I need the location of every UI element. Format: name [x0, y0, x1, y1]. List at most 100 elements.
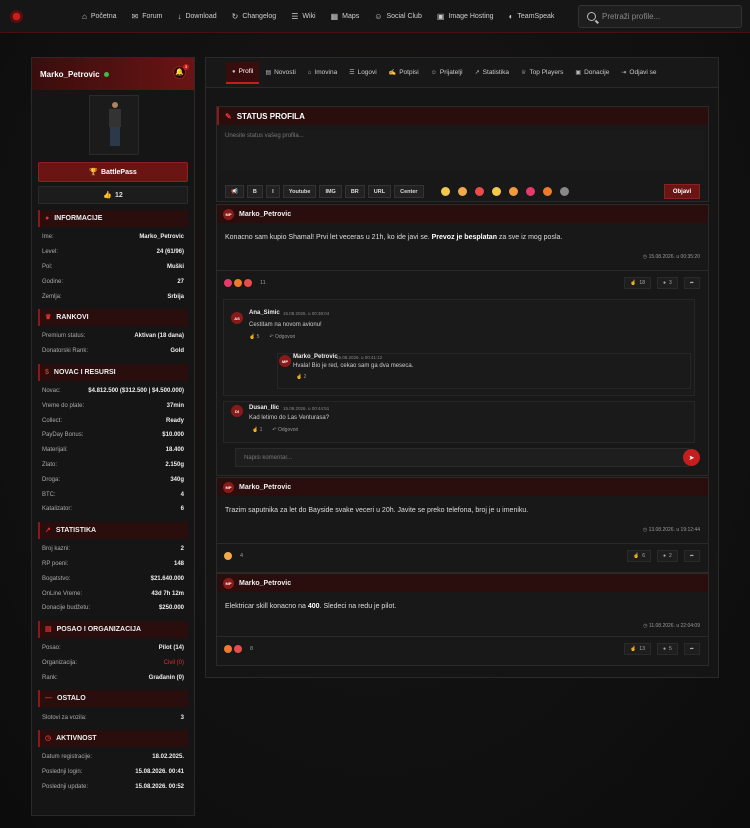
nav-link-label: Početna — [90, 13, 117, 20]
post-reactions[interactable]: 4 — [224, 551, 243, 560]
tab-label: Odjavi se — [629, 69, 657, 76]
section-posao-i-organizacija: ▤ POSAO I ORGANIZACIJA Posao: Pilot (14) Org… — [38, 620, 188, 685]
tab-donacije[interactable]: ▣ Donacije — [569, 62, 615, 84]
post-author[interactable]: Marko_Petrovic — [239, 211, 291, 218]
format-button-i[interactable]: I — [265, 185, 280, 198]
nav-link-social-club[interactable]: ☺ Social Club — [374, 12, 422, 21]
nav-link-teamspeak[interactable]: ◐ TeamSpeak — [509, 12, 555, 21]
post-share-button[interactable]: ➦ — [683, 277, 700, 289]
avatar[interactable]: MP — [223, 577, 234, 589]
tab-top-players[interactable]: ♕ Top Players — [515, 62, 569, 84]
heart-emoji-icon[interactable] — [525, 187, 535, 196]
share-icon: ➦ — [689, 280, 694, 286]
reply-button[interactable]: ↶ Odgovori — [272, 427, 298, 433]
tab-statistika[interactable]: ↗ Statistika — [469, 62, 515, 84]
share-icon: ➦ — [689, 646, 694, 652]
format-button-center[interactable]: Center — [394, 185, 424, 198]
avatar[interactable]: MP — [223, 481, 234, 493]
post-reactions[interactable]: 8 — [224, 644, 253, 653]
tab-profil[interactable]: ● Profil — [226, 61, 260, 84]
post-like-button[interactable]: ☝ 6 — [626, 550, 651, 562]
nav-link-changelog[interactable]: ↻ Changelog — [232, 12, 277, 21]
stat-row: RP poeni: 148 — [38, 557, 188, 572]
post-comment-button[interactable]: ● 5 — [656, 643, 678, 655]
format-button-url[interactable]: URL — [367, 185, 392, 198]
battlepass-button[interactable]: 🏆 BattlePass — [38, 162, 188, 182]
megaphone-icon[interactable]: 📢 — [225, 185, 244, 198]
tab-novosti[interactable]: ▤ Novosti — [259, 62, 301, 84]
comment-author[interactable]: Marko_Petrovic — [293, 354, 338, 360]
stat-row: PayDay Bonus: $10.000 — [38, 428, 188, 443]
send-icon: ➤ — [688, 454, 695, 462]
comment-author[interactable]: Dusan_Ilic — [249, 405, 279, 411]
post-comment-button[interactable]: ● 2 — [656, 550, 678, 562]
cool-emoji-icon[interactable] — [491, 187, 501, 196]
comment-date: 15.08.2026. u 00:41:12 — [336, 355, 383, 360]
format-button-b[interactable]: B — [246, 185, 263, 198]
nav-link-wiki[interactable]: ☰ Wiki — [291, 12, 315, 21]
comment-author[interactable]: Ana_Simic — [249, 310, 280, 316]
tab-prijatelji[interactable]: ☺ Prijatelji — [425, 62, 469, 84]
notifications-button[interactable]: 🔔 3 — [173, 64, 189, 79]
stat-label: Donatorski Rank: — [42, 348, 89, 355]
comment-count: 2 — [669, 553, 672, 559]
post-text: Trazim saputnika za let do Bayside svake… — [217, 496, 708, 516]
thumbs-emoji-icon[interactable] — [508, 187, 518, 196]
publish-button[interactable]: Objavi — [664, 184, 700, 199]
stat-label: BTC: — [42, 491, 56, 498]
status-input[interactable] — [221, 129, 704, 171]
send-comment-button[interactable]: ➤ — [683, 449, 700, 466]
more-emoji-icon[interactable] — [559, 187, 569, 196]
nav-link-label: Changelog — [242, 13, 277, 20]
post-like-button[interactable]: ☝ 13 — [624, 643, 651, 655]
heart-reaction-icon — [224, 278, 232, 287]
nav-link-image-hosting[interactable]: ▣ Image Hosting — [437, 12, 494, 21]
search-input[interactable] — [602, 12, 732, 21]
heart-eyes-emoji-icon[interactable] — [474, 187, 484, 196]
search-box[interactable] — [578, 5, 742, 28]
post-reactions[interactable]: 11 — [224, 278, 266, 287]
tab-odjavi-se[interactable]: ⇥ Odjavi se — [615, 62, 662, 84]
comment-avatar[interactable]: MP — [279, 355, 291, 367]
comment-like-button[interactable]: ☝ 2 — [296, 374, 306, 380]
nav-link-po-etna[interactable]: ⌂ Početna — [82, 12, 117, 21]
post-header: MP Marko_Petrovic — [217, 205, 708, 223]
stat-row: Poslednji login: 15.08.2026. 00:41 — [38, 765, 188, 780]
stat-row: Collect: Ready — [38, 413, 188, 428]
new-comment-input[interactable] — [235, 448, 689, 467]
reply-button[interactable]: ↶ Odgovori — [269, 334, 295, 340]
logo-icon[interactable] — [9, 9, 24, 24]
post-share-button[interactable]: ➦ — [683, 643, 700, 655]
stat-label: Katalizator: — [42, 506, 73, 513]
tab-imovina[interactable]: ⌂ Imovina — [302, 62, 343, 84]
comment-actions: ☝ 2 — [296, 374, 306, 380]
nav-link-maps[interactable]: ▦ Maps — [331, 12, 360, 21]
comment-like-button[interactable]: ☝ 1 — [252, 427, 262, 433]
grin-emoji-icon[interactable] — [440, 187, 450, 196]
comment-avatar[interactable]: DI — [231, 405, 243, 417]
laugh-emoji-icon[interactable] — [457, 187, 467, 196]
profile-header: Marko_Petrovic 🔔 3 — [32, 58, 194, 90]
home-icon: ⌂ — [82, 12, 87, 21]
comment-avatar[interactable]: AS — [231, 312, 243, 324]
stat-label: Droga: — [42, 476, 61, 483]
fire-emoji-icon[interactable] — [542, 187, 552, 196]
format-button-img[interactable]: IMG — [319, 185, 342, 198]
post-author[interactable]: Marko_Petrovic — [239, 484, 291, 491]
nav-link-download[interactable]: ↓ Download — [177, 12, 216, 21]
profile-like-button[interactable]: 👍 12 — [38, 186, 188, 204]
nav-link-forum[interactable]: ✉ Forum — [132, 12, 163, 21]
post-comment-button[interactable]: ● 3 — [656, 277, 678, 289]
nav-link-label: Image Hosting — [448, 13, 494, 20]
post-author[interactable]: Marko_Petrovic — [239, 580, 291, 587]
post-like-button[interactable]: ☝ 18 — [624, 277, 651, 289]
donate-icon: ▣ — [575, 70, 582, 76]
format-button-br[interactable]: BR — [344, 185, 365, 198]
post-share-button[interactable]: ➦ — [683, 550, 700, 562]
comment-like-button[interactable]: ☝ 5 — [249, 334, 259, 340]
tab-logovi[interactable]: ☰ Logovi — [343, 62, 383, 84]
tab-potpisi[interactable]: ✍ Potpisi — [383, 62, 425, 84]
stat-label: Broj kazni: — [42, 546, 71, 553]
format-button-youtube[interactable]: Youtube — [282, 185, 317, 198]
avatar[interactable]: MP — [223, 208, 234, 220]
